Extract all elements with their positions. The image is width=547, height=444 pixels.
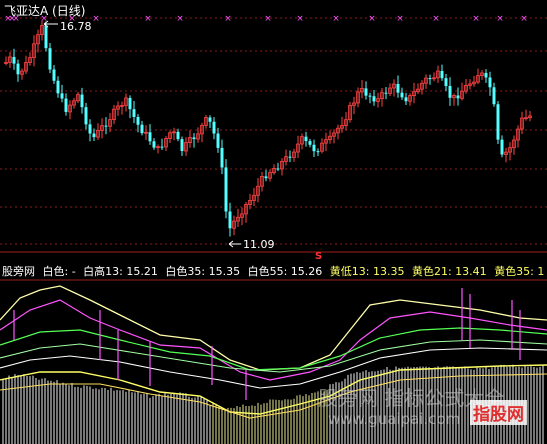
candle-body [496,104,500,140]
candle-body [492,87,496,105]
indicator-value: 白色35: 15.35 [165,265,241,278]
candle-body [84,107,88,125]
indicator-value: 黄色21: 13.41 [411,265,487,278]
candle-body [404,97,408,102]
candle-body [152,141,156,148]
indicator-value: 黄低13: 13.35 [329,265,405,278]
signal-x-marker: × [496,14,504,24]
candle-body [288,156,292,158]
candle-body [220,147,224,168]
low-arrow-icon [228,240,241,248]
low-price-label: 11.09 [243,238,275,251]
candle-body [216,133,220,148]
high-price-label: 16.78 [60,20,92,33]
candle-body [176,131,180,140]
candle-body [500,139,504,155]
candle-body [264,176,268,179]
candle-body [212,121,216,134]
signal-x-marker: × [368,14,376,24]
candle-body [276,168,280,170]
candle-body [148,132,152,142]
candle-body [132,109,136,117]
watermark-logo: 指股网 [470,400,527,425]
signal-x-marker: × [296,14,304,24]
candle-body [488,77,492,88]
signal-x-marker: × [520,14,528,24]
sell-signal-marker: S [315,251,322,262]
candle-body [88,124,92,134]
candle-body [160,146,164,148]
stock-chart-window: × × × × × × × × × × × × × × × × × × 16.78 11.09 S 飞亚达A (日线) … [0,0,547,444]
candle-body [104,125,108,127]
candle-body [64,98,68,112]
signal-x-marker: × [176,14,184,24]
watermark-url: www.guaipai.com [328,410,461,428]
candle-body [304,136,308,142]
candle-body [372,96,376,102]
high-arrow-icon [43,20,58,28]
candle-body [192,137,196,140]
indicator-value: 黄色35: 1 [494,265,545,278]
signal-x-marker: × [472,14,480,24]
indicator-value: 白色55: 15.26 [247,265,323,278]
candle-body [136,116,140,125]
candle-body [48,48,52,70]
candle-body [140,124,144,134]
signal-x-marker: × [264,14,272,24]
indicator-name: 股旁网 [2,265,35,278]
signal-x-marker: × [144,14,152,24]
candle-body [456,95,460,99]
candle-body [448,85,452,98]
candle-body [128,97,132,110]
candle-body [396,84,400,93]
signal-x-marker: × [396,14,404,24]
candle-body [180,139,184,151]
candle-body [400,92,404,98]
signal-x-marker: × [224,14,232,24]
candle-body [440,71,444,79]
indicator-value-bar: 股旁网 白色: - 白高13: 15.21 白色35: 15.35 白色55: … [2,263,547,279]
candle-body [308,141,312,145]
chart-title: 飞亚达A (日线) [4,4,86,18]
candle-body [60,93,64,99]
candle-body [208,117,212,122]
candle-body [384,92,388,94]
candle-body [224,167,228,212]
candle-body [52,69,56,81]
candle-body [12,56,16,64]
signal-x-marker: × [432,14,440,24]
candle-body [312,144,316,152]
candle-body [484,72,488,78]
candle-body [44,25,48,49]
candle-body [92,133,96,138]
indicator-value: 白高13: 15.21 [83,265,158,278]
candle-body [368,95,372,97]
candle-body [228,211,232,229]
chart-canvas[interactable]: ××× × × × × × × × × × × × × × × ×16.7811.09S [0,0,547,444]
candle-body [364,88,368,96]
candle-body [444,78,448,86]
signal-x-marker: × [92,14,100,24]
candle-body [56,80,60,94]
candle-body [16,63,20,75]
candle-body [316,151,320,153]
candle-body [80,94,84,108]
indicator-value: 白色: - [42,265,76,278]
signal-x-marker: × [332,14,340,24]
candle-body [428,78,432,80]
